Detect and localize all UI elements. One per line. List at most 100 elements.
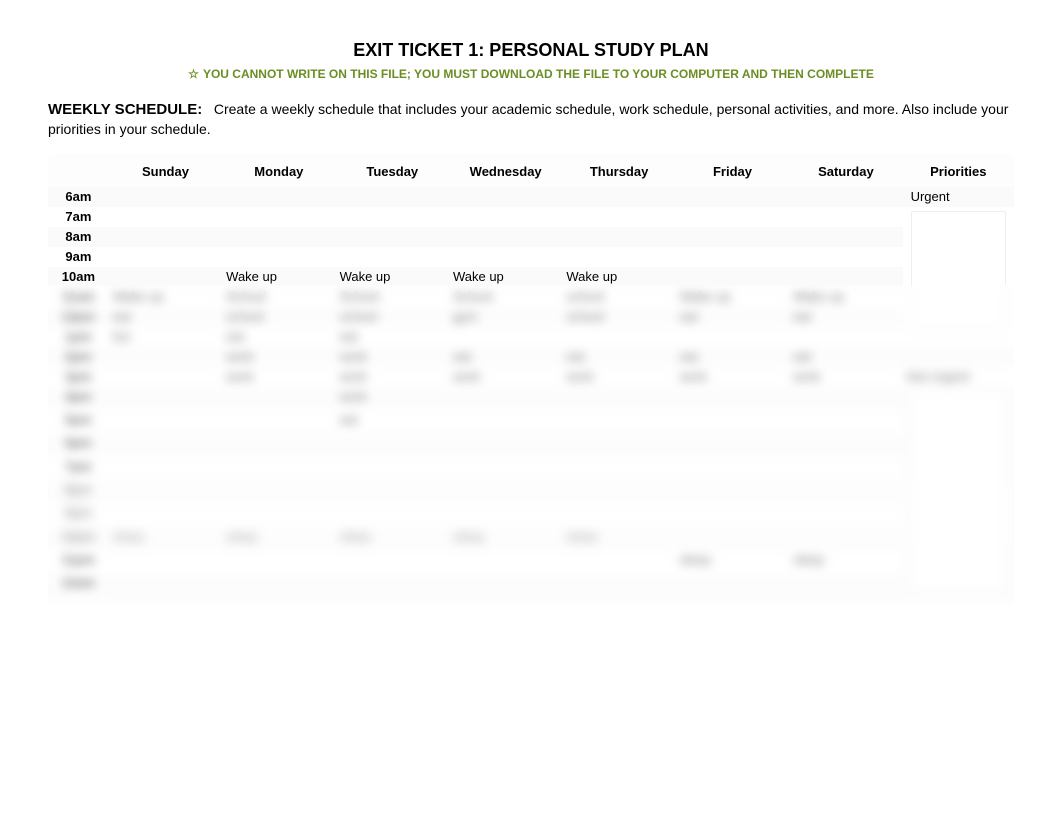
schedule-cell xyxy=(676,187,789,207)
schedule-cell: work xyxy=(222,347,335,367)
schedule-cell xyxy=(789,247,902,267)
schedule-cell xyxy=(449,227,562,247)
schedule-cell: Wake up xyxy=(789,287,902,307)
schedule-cell xyxy=(449,457,562,480)
schedule-cell xyxy=(222,550,335,573)
time-label: 9am xyxy=(48,247,109,267)
schedule-cell: work xyxy=(336,347,449,367)
table-row: 12am xyxy=(48,573,1014,596)
schedule-cell: eat xyxy=(109,307,222,327)
schedule-cell xyxy=(562,187,675,207)
priority-cell: Urgent xyxy=(903,187,1014,207)
header-blank xyxy=(48,154,109,187)
schedule-cell xyxy=(676,327,789,347)
schedule-cell xyxy=(449,480,562,503)
weekly-schedule-label: WEEKLY SCHEDULE: xyxy=(48,101,202,118)
header-wednesday: Wednesday xyxy=(449,154,562,187)
header-tuesday: Tuesday xyxy=(336,154,449,187)
schedule-cell xyxy=(449,387,562,410)
schedule-cell xyxy=(449,573,562,596)
schedule-cell xyxy=(789,527,902,550)
schedule-cell xyxy=(449,550,562,573)
header-thursday: Thursday xyxy=(562,154,675,187)
table-row: 2pmworkworkeateateateat xyxy=(48,347,1014,367)
schedule-cell xyxy=(562,433,675,456)
schedule-cell: work xyxy=(336,387,449,410)
table-row: 6pm xyxy=(48,433,1014,456)
page-title: EXIT TICKET 1: PERSONAL STUDY PLAN xyxy=(48,40,1014,61)
schedule-cell: eat xyxy=(789,347,902,367)
priority-cell: Not Urgent xyxy=(903,367,1014,387)
schedule-cell xyxy=(222,187,335,207)
table-row: 9pm xyxy=(48,503,1014,526)
schedule-cell xyxy=(222,480,335,503)
table-row: 5pmeat xyxy=(48,410,1014,433)
schedule-cell xyxy=(109,503,222,526)
urgent-box xyxy=(911,211,1006,331)
schedule-cell xyxy=(562,387,675,410)
schedule-cell: School xyxy=(449,287,562,307)
schedule-cell xyxy=(449,433,562,456)
schedule-cell: school xyxy=(222,307,335,327)
schedule-cell xyxy=(789,227,902,247)
time-label: 10am xyxy=(48,267,109,287)
table-row: 8pm xyxy=(48,480,1014,503)
schedule-cell: eat xyxy=(676,347,789,367)
schedule-cell xyxy=(109,457,222,480)
schedule-cell xyxy=(676,457,789,480)
schedule-cell xyxy=(789,433,902,456)
schedule-cell: sleep xyxy=(789,550,902,573)
header-monday: Monday xyxy=(222,154,335,187)
schedule-cell: eat xyxy=(789,307,902,327)
schedule-cell: school xyxy=(336,307,449,327)
schedule-cell xyxy=(222,410,335,433)
table-row: 11pmsleepsleep xyxy=(48,550,1014,573)
schedule-cell xyxy=(222,503,335,526)
schedule-cell xyxy=(336,187,449,207)
schedule-cell xyxy=(789,573,902,596)
schedule-cell xyxy=(109,247,222,267)
schedule-cell: eat xyxy=(449,347,562,367)
time-label: 9pm xyxy=(48,503,109,526)
time-label: 8pm xyxy=(48,480,109,503)
schedule-cell: sleep xyxy=(222,527,335,550)
intro-paragraph: WEEKLY SCHEDULE: Create a weekly schedul… xyxy=(48,99,1014,140)
header-saturday: Saturday xyxy=(789,154,902,187)
schedule-cell xyxy=(449,410,562,433)
schedule-cell: Wake up xyxy=(562,267,675,287)
schedule-cell xyxy=(109,550,222,573)
schedule-cell xyxy=(449,187,562,207)
time-label: 12pm xyxy=(48,307,109,327)
schedule-cell xyxy=(336,550,449,573)
schedule-cell xyxy=(222,457,335,480)
table-row: 10amWake upWake upWake upWake up xyxy=(48,267,1014,287)
schedule-table: Sunday Monday Tuesday Wednesday Thursday… xyxy=(48,154,1014,597)
schedule-cell xyxy=(789,410,902,433)
schedule-cell xyxy=(109,433,222,456)
header-row: Sunday Monday Tuesday Wednesday Thursday… xyxy=(48,154,1014,187)
schedule-cell xyxy=(789,187,902,207)
schedule-cell xyxy=(562,573,675,596)
schedule-cell: eat xyxy=(222,327,335,347)
time-label: 7am xyxy=(48,207,109,227)
schedule-cell xyxy=(109,410,222,433)
schedule-cell xyxy=(676,387,789,410)
schedule-cell xyxy=(562,207,675,227)
star-icon: ☆ xyxy=(188,67,199,81)
table-row: 4pmwork xyxy=(48,387,1014,410)
schedule-cell xyxy=(109,347,222,367)
time-label: 12am xyxy=(48,573,109,596)
schedule-cell: work xyxy=(789,367,902,387)
schedule-cell: work xyxy=(222,367,335,387)
schedule-cell xyxy=(562,327,675,347)
schedule-cell: sleep xyxy=(449,527,562,550)
schedule-cell: eat xyxy=(676,307,789,327)
not-urgent-box xyxy=(911,391,1006,591)
header-priorities: Priorities xyxy=(903,154,1014,187)
header-sunday: Sunday xyxy=(109,154,222,187)
schedule-cell xyxy=(676,503,789,526)
subtitle-text: YOU CANNOT WRITE ON THIS FILE; YOU MUST … xyxy=(203,67,874,81)
schedule-cell xyxy=(449,207,562,227)
schedule-cell xyxy=(109,187,222,207)
table-row: 7pm xyxy=(48,457,1014,480)
